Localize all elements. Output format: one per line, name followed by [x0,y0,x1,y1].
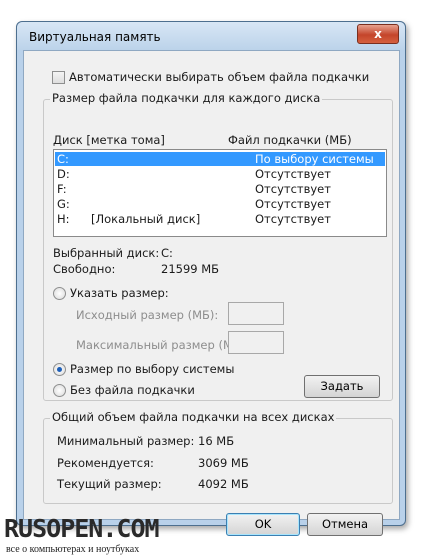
no-paging-file-radio[interactable] [53,384,66,397]
no-paging-file-label[interactable]: Без файла подкачки [70,383,195,397]
drive-size: Отсутствует [255,182,331,196]
virtual-memory-dialog: Виртуальная память x Автоматически выбир… [16,21,406,536]
totals-group-title: Общий объем файла подкачки на всех диска… [50,410,337,424]
auto-manage-checkbox[interactable] [52,71,65,84]
custom-size-radio[interactable] [53,287,66,300]
drive-volume-label: [Локальный диск] [91,212,201,226]
selected-drive-value: C: [161,246,173,260]
watermark-subtitle: все о компьютерах и ноутбуках [6,544,140,555]
window-title: Виртуальная память [29,30,161,44]
drive-row-d[interactable]: D: Отсутствует [55,167,385,181]
current-size-value: 4092 МБ [198,477,249,491]
close-button[interactable]: x [357,24,399,44]
drive-letter: D: [57,167,70,181]
auto-manage-label[interactable]: Автоматически выбирать объем файла подка… [69,70,369,84]
drive-row-c[interactable]: C: По выбору системы [55,152,385,166]
system-managed-radio[interactable] [53,363,66,376]
min-size-label: Минимальный размер: [57,434,195,448]
drive-row-h[interactable]: H: [Локальный диск] Отсутствует [55,212,385,226]
cancel-button[interactable]: Отмена [307,513,383,536]
min-size-value: 16 МБ [198,434,235,448]
ok-button[interactable]: OK [226,513,300,536]
current-size-label: Текущий размер: [57,477,162,491]
drive-letter: G: [57,197,70,211]
drive-row-f[interactable]: F: Отсутствует [55,182,385,196]
recommended-size-value: 3069 МБ [198,456,249,470]
selected-drive-label: Выбранный диск: [53,246,160,260]
set-button[interactable]: Задать [304,375,380,398]
drive-letter: C: [57,152,69,166]
initial-size-label: Исходный размер (МБ): [76,308,219,322]
free-space-value: 21599 МБ [161,262,220,276]
max-size-input[interactable] [228,331,284,354]
size-column-header: Файл подкачки (МБ) [228,133,352,147]
initial-size-input[interactable] [228,302,284,325]
title-bar[interactable]: Виртуальная память x [17,22,405,50]
drive-size: Отсутствует [255,212,331,226]
watermark-title: RUSOPEN.COM [4,514,160,543]
system-managed-label[interactable]: Размер по выбору системы [70,362,234,376]
drive-letter: F: [57,182,67,196]
free-space-label: Свободно: [53,262,116,276]
per-drive-group-title: Размер файла подкачки для каждого диска [50,91,323,105]
recommended-size-label: Рекомендуется: [57,456,154,470]
drive-listbox[interactable]: C: По выбору системы D: Отсутствует F: О… [53,149,387,237]
drive-column-header: Диск [метка тома] [53,133,165,147]
drive-size: Отсутствует [255,167,331,181]
custom-size-label[interactable]: Указать размер: [70,286,169,300]
dialog-body: Автоматически выбирать объем файла подка… [23,50,400,536]
drive-letter: H: [57,212,70,226]
drive-row-g[interactable]: G: Отсутствует [55,197,385,211]
drive-size: По выбору системы [255,152,374,166]
max-size-label: Максимальный размер (МБ): [76,338,250,352]
drive-size: Отсутствует [255,197,331,211]
